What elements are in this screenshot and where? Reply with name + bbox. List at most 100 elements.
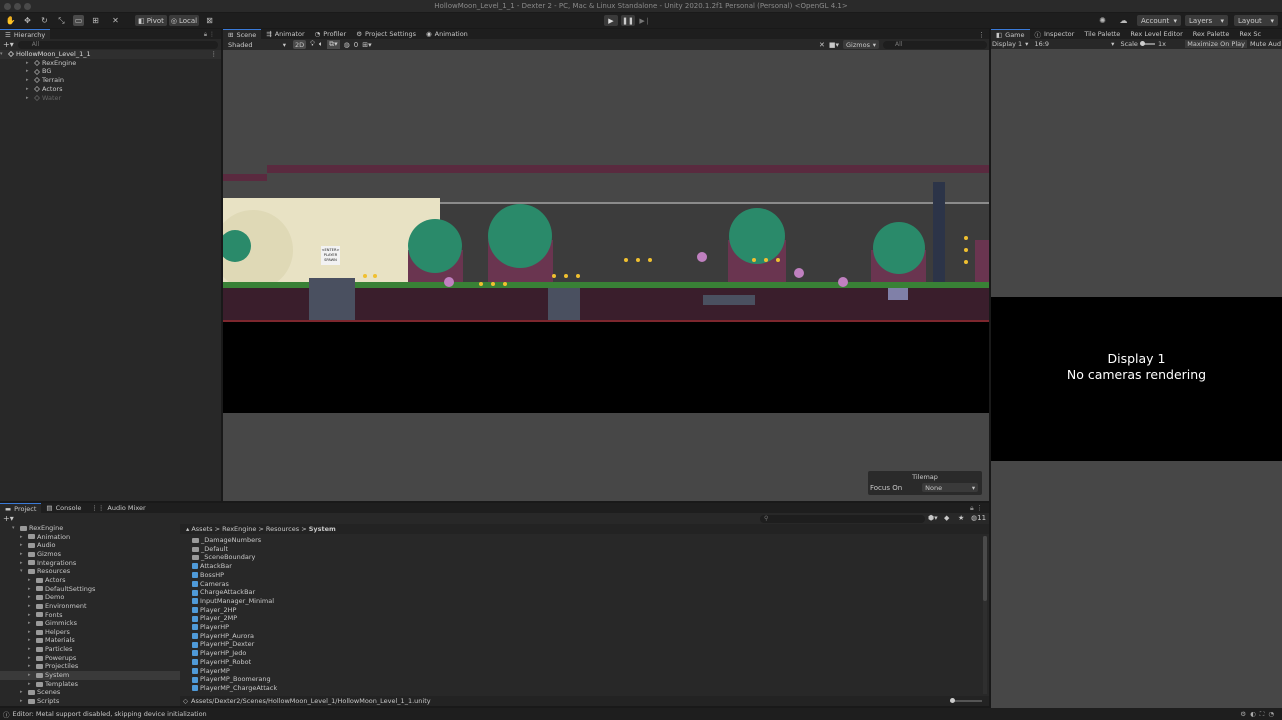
transform-tool-icon[interactable]: ⊞ xyxy=(90,15,101,26)
play-button[interactable]: ▶ xyxy=(604,15,618,26)
expand-arrow-icon[interactable]: ▸ xyxy=(20,541,26,550)
cloud-icon[interactable]: ☁ xyxy=(1118,15,1129,26)
effects-icon[interactable]: ⧉▾ xyxy=(327,40,340,49)
folder-tree-item[interactable]: ▸ Audio xyxy=(0,541,180,550)
expand-arrow-icon[interactable]: ▸ xyxy=(28,628,34,637)
scene-menu-icon[interactable]: ⋮ xyxy=(211,50,218,59)
folder-tree-item[interactable]: ▸ Templates xyxy=(0,680,180,689)
asset-item[interactable]: PlayerHP_Dexter xyxy=(192,640,254,649)
tab-profiler[interactable]: ◔ Profiler xyxy=(309,29,352,39)
focus-on-dropdown[interactable]: None ▾ xyxy=(922,483,979,492)
folder-tree-item[interactable]: ▾ RexEngine xyxy=(0,524,180,533)
tab-project[interactable]: ▬ Project xyxy=(0,503,42,513)
asset-item[interactable]: PlayerMP_ChargeAttack xyxy=(192,684,277,693)
aspect-dropdown[interactable]: 16:9 ▾ xyxy=(1031,39,1118,49)
tab-inspector[interactable]: ⓘ Inspector xyxy=(1029,29,1080,39)
add-icon[interactable]: +▾ xyxy=(3,514,14,523)
asset-item[interactable]: Player_2MP xyxy=(192,614,237,623)
hidden-packages-icon[interactable]: ◍11 xyxy=(971,514,986,522)
hidden-objects-icon[interactable]: ◍ xyxy=(344,41,350,49)
tab-rex-palette[interactable]: Rex Palette xyxy=(1187,29,1235,39)
folder-tree-item[interactable]: ▸ Fonts xyxy=(0,611,180,620)
rotate-tool-icon[interactable]: ↻ xyxy=(39,15,50,26)
status-icons[interactable]: ⚙◐⛶◔ xyxy=(1240,710,1278,719)
expand-arrow-icon[interactable]: ▸ xyxy=(28,671,34,680)
camera-icon[interactable]: ■▾ xyxy=(829,41,839,49)
add-icon[interactable]: +▾ xyxy=(3,40,14,49)
2d-toggle[interactable]: 2D xyxy=(293,40,306,49)
asset-item[interactable]: InputManager_Minimal xyxy=(192,597,274,606)
folder-tree-item[interactable]: ▸ Integrations xyxy=(0,559,180,568)
folder-tree-item[interactable]: ▸ Projectiles xyxy=(0,662,180,671)
favorites-icon[interactable]: ★ xyxy=(958,514,964,522)
shading-mode-dropdown[interactable]: Shaded ▾ xyxy=(225,40,289,49)
pivot-toggle[interactable]: ◧ Pivot xyxy=(135,15,167,26)
layers-dropdown[interactable]: Layers ▾ xyxy=(1185,15,1228,26)
lock-icon[interactable]: 🔒︎ ⋮ xyxy=(970,504,983,513)
folder-tree-item[interactable]: ▸ Environment xyxy=(0,602,180,611)
icon-size-slider[interactable] xyxy=(950,698,982,703)
tab-hierarchy[interactable]: ☰ Hierarchy xyxy=(0,29,51,39)
asset-item[interactable]: _SceneBoundary xyxy=(192,553,255,562)
expand-arrow-icon[interactable]: ▸ xyxy=(28,576,34,585)
expand-arrow-icon[interactable]: ▸ xyxy=(20,688,26,697)
filter-by-label-icon[interactable]: ◆ xyxy=(944,514,949,522)
file-list-scrollbar[interactable] xyxy=(983,536,987,694)
gizmos-dropdown[interactable]: Gizmos ▾ xyxy=(843,40,879,49)
expand-arrow-icon[interactable]: ▾ xyxy=(20,567,26,576)
folder-tree-item[interactable]: ▸ Gimmicks xyxy=(0,619,180,628)
asset-item[interactable]: _DamageNumbers xyxy=(192,536,261,545)
expand-arrow-icon[interactable]: ▸ xyxy=(28,645,34,654)
asset-item[interactable]: PlayerHP_Jedo xyxy=(192,649,246,658)
tab-console[interactable]: ▤ Console xyxy=(41,503,87,513)
expand-arrow-icon[interactable]: ▸ xyxy=(20,550,26,559)
scene-search-input[interactable]: All xyxy=(883,40,987,49)
asset-item[interactable]: AttackBar xyxy=(192,562,232,571)
game-view[interactable]: Display 1 No cameras rendering xyxy=(991,297,1282,461)
folder-tree-item[interactable]: ▸ Scripts xyxy=(0,697,180,706)
move-tool-icon[interactable]: ✥ xyxy=(22,15,33,26)
filter-by-type-icon[interactable]: ⬢▾ xyxy=(928,514,938,522)
step-button[interactable]: ▶❘ xyxy=(638,15,652,26)
audio-icon[interactable]: 🔈︎ xyxy=(319,40,323,49)
breadcrumb-item-current[interactable]: System xyxy=(309,525,336,533)
asset-item[interactable]: PlayerHP xyxy=(192,623,229,632)
scrollbar-thumb[interactable] xyxy=(983,536,987,601)
tab-project-settings[interactable]: ⚙ Project Settings xyxy=(351,29,421,39)
tab-rex-sc[interactable]: Rex Sc xyxy=(1234,29,1267,39)
breadcrumb-item[interactable]: Resources xyxy=(266,525,299,533)
hand-tool-icon[interactable]: ✋ xyxy=(5,15,16,26)
account-dropdown[interactable]: Account ▾ xyxy=(1137,15,1181,26)
mute-audio-toggle[interactable]: Mute Aud xyxy=(1250,40,1281,48)
breadcrumb-item[interactable]: Assets xyxy=(191,525,212,533)
status-message[interactable]: Editor: Metal support disabled, skipping… xyxy=(13,710,207,718)
scale-slider-thumb[interactable] xyxy=(1139,41,1145,46)
grid-icon[interactable]: ⊞▾ xyxy=(362,41,371,49)
scale-tool-icon[interactable]: ⤡ xyxy=(56,15,67,26)
expand-arrow-icon[interactable]: ▸ xyxy=(20,559,26,568)
asset-item[interactable]: ChargeAttackBar xyxy=(192,588,255,597)
slider-thumb[interactable] xyxy=(950,698,955,703)
lock-icon[interactable]: 🔒︎ ⋮ xyxy=(204,31,215,39)
folder-tree-item-selected[interactable]: ▸ System xyxy=(0,671,180,680)
folder-tree-item[interactable]: ▸ Animation xyxy=(0,533,180,542)
maximize-on-play-toggle[interactable]: Maximize On Play xyxy=(1185,40,1247,48)
display-selector[interactable]: Display 1 xyxy=(992,40,1022,48)
panel-menu-icon[interactable]: ⋮ xyxy=(978,31,985,39)
hierarchy-search-input[interactable]: All xyxy=(17,40,218,49)
tab-game[interactable]: ◧ Game xyxy=(991,29,1030,39)
folder-tree-item[interactable]: ▸ Powerups xyxy=(0,654,180,663)
tab-animation[interactable]: ◉ Animation xyxy=(420,29,473,39)
expand-arrow-icon[interactable]: ▸ xyxy=(28,611,34,620)
expand-arrow-icon[interactable]: ▸ xyxy=(28,585,34,594)
folder-tree-item[interactable]: ▸ Scenes xyxy=(0,688,180,697)
scene-root-item[interactable]: ▾ HollowMoon_Level_1_1 ⋮ xyxy=(0,50,221,59)
expand-arrow-icon[interactable]: ▾ xyxy=(12,524,18,533)
expand-arrow-icon[interactable]: ▸ xyxy=(20,533,26,542)
tab-scene[interactable]: ⊞ Scene xyxy=(223,29,262,39)
tab-audio-mixer[interactable]: ⋮⋮ Audio Mixer xyxy=(86,503,151,513)
expand-arrow-icon[interactable]: ▸ xyxy=(28,636,34,645)
breadcrumb-item[interactable]: RexEngine xyxy=(222,525,256,533)
hierarchy-item[interactable]: ▸ Actors xyxy=(26,85,63,94)
custom-tool-icon[interactable]: ✕ xyxy=(110,15,121,26)
